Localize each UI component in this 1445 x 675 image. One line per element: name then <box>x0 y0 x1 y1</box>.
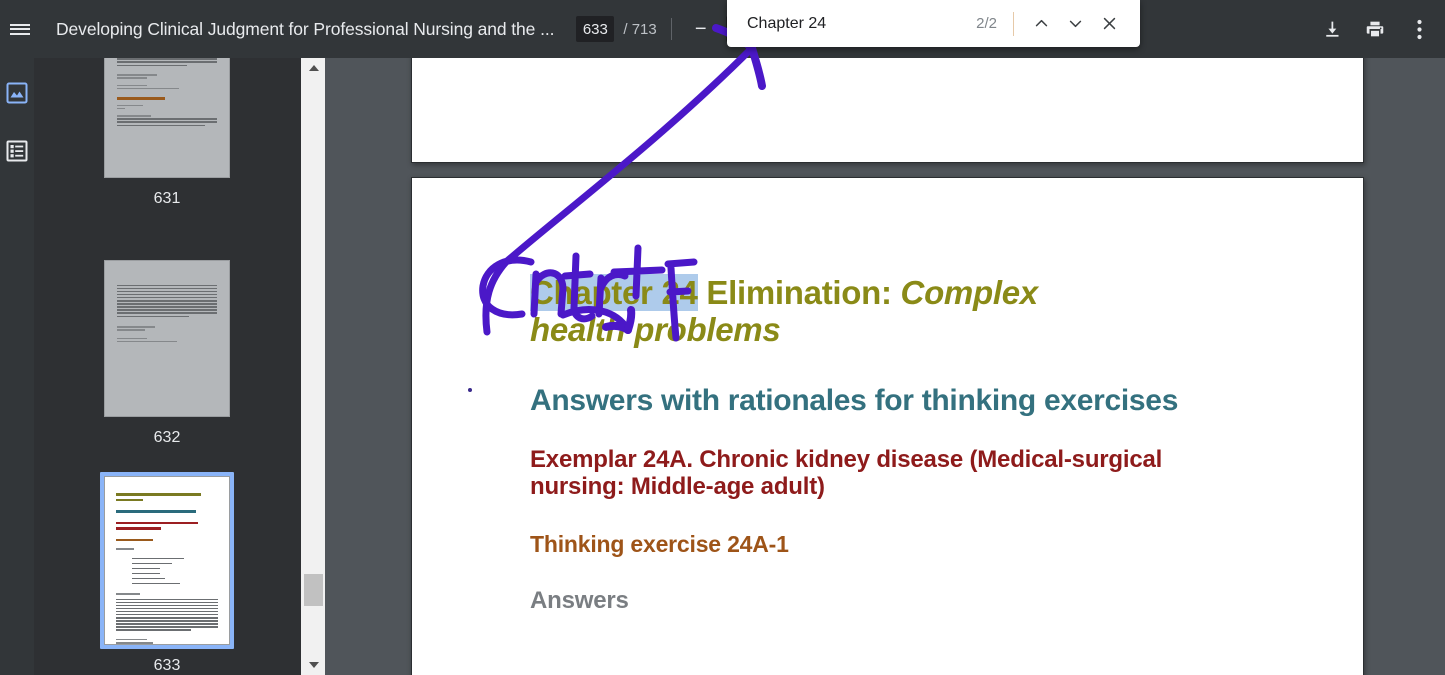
page-heading-answers-rationales: Answers with rationales for thinking exe… <box>530 383 1179 417</box>
find-divider <box>1013 11 1014 36</box>
thumbnail-frame-selected <box>100 472 234 649</box>
find-bar: 2/2 <box>727 0 1140 47</box>
hamburger-menu-icon[interactable] <box>4 13 36 45</box>
close-icon[interactable] <box>1092 7 1126 41</box>
thumbnail-label: 632 <box>153 429 181 446</box>
pdf-page-current: Chapter 24 Elimination: Complex health p… <box>411 177 1364 675</box>
sidebar-item-outline-view[interactable] <box>4 138 30 164</box>
sidebar-rail <box>0 58 34 675</box>
chevron-up-icon[interactable] <box>1024 7 1058 41</box>
document-outline-icon <box>6 140 28 162</box>
thumbnail-frame <box>100 58 234 182</box>
scroll-up-arrow-icon[interactable] <box>301 58 325 78</box>
zoom-out-button[interactable]: − <box>686 14 716 44</box>
thumbnail-list: 631 632 633 <box>34 58 300 675</box>
find-match-count: 2/2 <box>976 15 997 32</box>
toolbar-actions <box>1315 0 1435 58</box>
page-number-input[interactable] <box>576 16 615 42</box>
page-heading-exemplar: Exemplar 24A. Chronic kidney disease (Me… <box>530 445 1163 501</box>
pdf-page-previous <box>411 58 1364 163</box>
thumbnail-label: 633 <box>153 657 181 674</box>
list-item[interactable]: 633 <box>34 472 300 675</box>
page-heading-chapter: Chapter 24 Elimination: Complex health p… <box>530 274 1130 349</box>
download-icon[interactable] <box>1315 13 1347 45</box>
print-icon[interactable] <box>1359 13 1391 45</box>
top-toolbar: Developing Clinical Judgment for Profess… <box>0 0 1445 58</box>
heading-rest: Elimination: <box>697 274 901 311</box>
scroll-down-arrow-icon[interactable] <box>301 655 325 675</box>
thumbnail-frame <box>100 256 234 421</box>
find-input[interactable] <box>747 14 977 33</box>
more-vertical-icon[interactable] <box>1403 13 1435 45</box>
thumbnail-panel: 631 632 633 <box>34 58 325 675</box>
thumbnail-preview <box>104 260 230 417</box>
thumbnail-scrollbar[interactable] <box>300 58 325 675</box>
list-item[interactable]: 631 <box>34 58 300 208</box>
chevron-down-icon[interactable] <box>1058 7 1092 41</box>
thumbnail-preview <box>104 58 230 178</box>
search-highlight: Chapter 24 <box>530 274 698 311</box>
document-viewport[interactable]: Chapter 24 Elimination: Complex health p… <box>325 58 1445 675</box>
sidebar-item-thumbnail-view[interactable] <box>4 80 30 106</box>
scrollbar-thumb[interactable] <box>304 574 323 606</box>
page-heading-answers: Answers <box>530 587 629 615</box>
thumbnail-preview <box>104 476 230 645</box>
thumbnail-label: 631 <box>153 190 181 207</box>
page-navigation: / 713 <box>576 16 657 42</box>
ink-dot <box>468 388 472 392</box>
list-item[interactable]: 632 <box>34 256 300 447</box>
toolbar-divider <box>670 18 672 40</box>
thumbnail-icon <box>6 82 28 104</box>
pdf-viewer-window: Developing Clinical Judgment for Profess… <box>0 0 1445 675</box>
page-heading-thinking-exercise: Thinking exercise 24A-1 <box>530 531 789 558</box>
page-total-label: / 713 <box>623 20 657 38</box>
document-title: Developing Clinical Judgment for Profess… <box>56 18 555 39</box>
